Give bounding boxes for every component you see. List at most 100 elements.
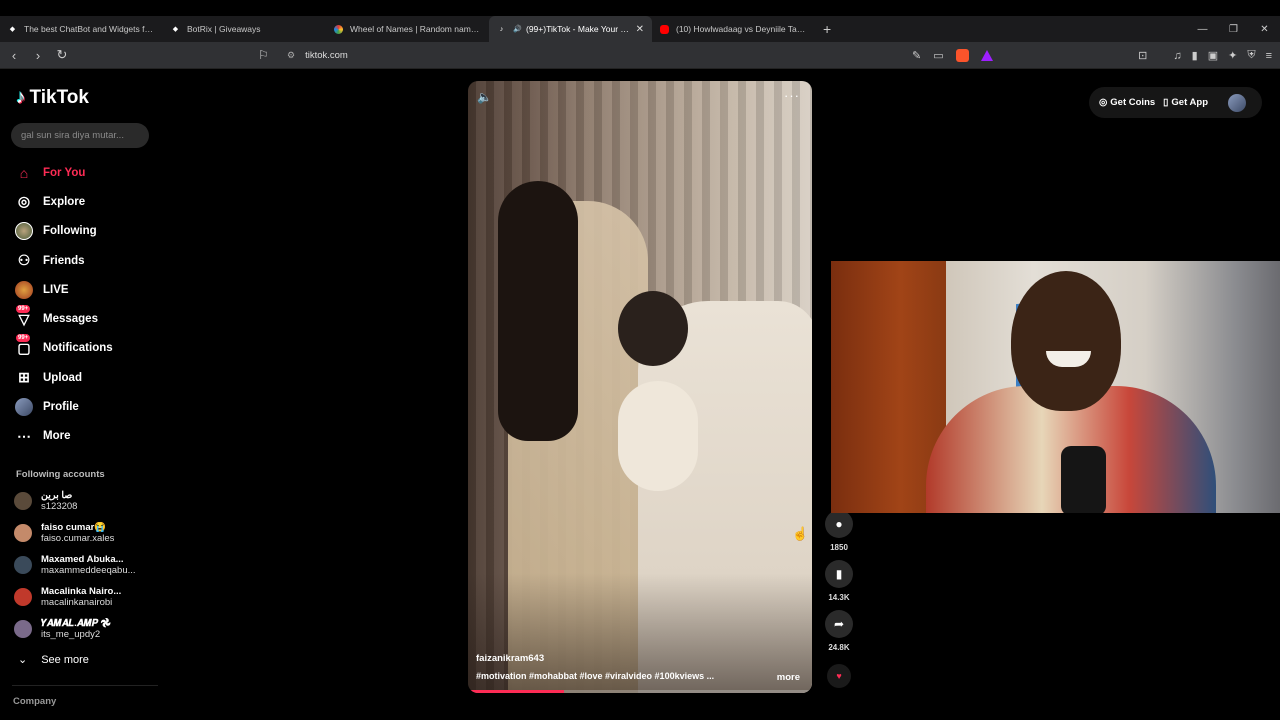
company-link[interactable]: Company — [13, 696, 56, 707]
brave-shields-icon[interactable] — [955, 49, 969, 62]
wallet-icon[interactable]: ▣ — [1208, 49, 1218, 62]
see-more-button[interactable]: ⌄ See more — [18, 653, 89, 667]
nav-label: Friends — [43, 254, 85, 267]
minimize-icon[interactable]: — — [1187, 24, 1218, 35]
account-name: Maxamed Abuka... — [41, 554, 124, 565]
account-item[interactable]: 𝒀𝑨𝑴𝑨𝑳.𝑨𝑴𝑷 𖣘 its_me_updy2 — [14, 615, 164, 643]
volume-icon[interactable]: 🔈 — [477, 90, 492, 104]
tab-search-icon[interactable]: ⊡ — [1138, 49, 1147, 62]
video-figure — [618, 291, 688, 366]
sidebar-item-upload[interactable]: ⊞ Upload — [14, 363, 160, 392]
sidebar-item-messages[interactable]: ▽ 99+ Messages — [14, 304, 160, 333]
top-right-actions: ◎ Get Coins ▯ Get App — [1089, 87, 1262, 118]
home-icon: ⌂ — [19, 164, 29, 181]
browser-tab[interactable]: ◆ The best ChatBot and Widgets for Ki — [0, 16, 163, 42]
tiktok-icon: ♪ — [499, 25, 504, 33]
browser-tab-bar: ◆ The best ChatBot and Widgets for Ki ◆ … — [0, 16, 1280, 42]
account-item[interactable]: صا برين s123208 — [14, 487, 164, 515]
video-player[interactable]: 🔈 ··· faizanikram643 #motivation #mohabb… — [468, 81, 812, 693]
nav-label: Upload — [43, 371, 82, 384]
microphone — [1061, 446, 1106, 513]
following-avatar-icon — [14, 221, 34, 241]
nav-label: More — [43, 430, 71, 443]
sidebar-item-more[interactable]: ⋯ More — [14, 422, 160, 451]
more-icon: ⋯ — [17, 427, 31, 444]
avatar — [14, 556, 32, 574]
tiktok-logo[interactable]: ♪ TikTok — [16, 87, 89, 109]
sidebar-item-friends[interactable]: ⚇ Friends — [14, 246, 160, 275]
bookmark-button[interactable]: ▮ 14.3K — [822, 560, 856, 602]
notifications-icon: ▢ 99+ — [16, 334, 31, 356]
tab-title: (10) Howlwadaag vs Deyniile Tartank — [676, 24, 807, 34]
leo-ai-icon[interactable]: ✦ — [1228, 49, 1237, 62]
cast-icon[interactable]: ▭ — [933, 49, 943, 62]
botrix-icon: ◆ — [172, 26, 179, 33]
sidebar-item-for-you[interactable]: ⌂ For You — [14, 158, 160, 187]
forward-icon[interactable]: › — [28, 48, 48, 63]
reload-icon[interactable]: ↻ — [52, 47, 72, 63]
youtube-icon — [660, 24, 669, 34]
sidebar-item-following[interactable]: Following — [14, 217, 160, 246]
sidebar-item-notifications[interactable]: ▢ 99+ Notifications — [14, 334, 160, 363]
account-handle: macalinkanairobi — [41, 597, 113, 608]
phone-icon: ▯ — [1163, 97, 1169, 108]
browser-tab[interactable]: (10) Howlwadaag vs Deyniile Tartank — [652, 16, 815, 42]
new-tab-button[interactable]: + — [823, 21, 831, 37]
nav-label: Following — [43, 225, 97, 238]
sidebar-nav: ⌂ For You ◎ Explore Following ⚇ Friends … — [14, 158, 160, 451]
sidebar-item-profile[interactable]: Profile — [14, 392, 160, 421]
more-options-icon[interactable]: ··· — [784, 88, 800, 103]
avatar — [14, 588, 32, 606]
media-icon[interactable]: ♫ — [1173, 50, 1181, 62]
account-item[interactable]: faiso cumar😭 faiso.cumar.xales — [14, 519, 164, 547]
account-item[interactable]: Macalinka Nairo... macalinkanairobi — [14, 583, 164, 611]
restore-icon[interactable]: ❐ — [1218, 24, 1249, 35]
bookmark-page-icon[interactable]: ⚐ — [258, 48, 269, 62]
browser-tab-active[interactable]: ♪ 🔊 (99+)TikTok - Make Your Day ✕ — [489, 16, 652, 42]
site-settings-icon[interactable]: ⚙ — [287, 50, 295, 61]
browser-tab[interactable]: Wheel of Names | Random name pic — [326, 16, 489, 42]
comment-button[interactable]: ● 1850 — [822, 510, 856, 552]
bookmark-count: 14.3K — [828, 593, 850, 602]
avatar[interactable] — [1228, 93, 1246, 112]
get-coins-button[interactable]: ◎ Get Coins — [1099, 97, 1155, 108]
close-window-icon[interactable]: ✕ — [1249, 24, 1280, 35]
close-tab-icon[interactable]: ✕ — [636, 24, 644, 35]
sidebar-item-explore[interactable]: ◎ Explore — [14, 187, 160, 216]
wheel-icon — [334, 24, 343, 34]
upload-icon: ⊞ — [18, 369, 30, 386]
browser-tab[interactable]: ◆ BotRix | Giveaways — [163, 16, 326, 42]
tab-title: Wheel of Names | Random name pic — [350, 24, 481, 34]
divider — [12, 685, 158, 686]
share-button[interactable]: ➦ 24.8K — [822, 610, 856, 652]
no-translate-icon[interactable]: ✎ — [912, 49, 921, 62]
bookmark-icon: ▮ — [825, 560, 853, 588]
sound-disc-icon[interactable]: ♥ — [827, 664, 851, 688]
search-input[interactable]: gal sun sira diya mutar... — [11, 123, 149, 148]
comment-count: 1850 — [830, 543, 848, 552]
address-bar-row: ‹ › ↻ ⚐ ⚙ tiktok.com ✎ ▭ ⊡ ♫ ▮ ▣ ✦ ⛨ ≡ — [0, 42, 1280, 69]
brave-rewards-icon[interactable] — [980, 50, 993, 61]
vpn-icon[interactable]: ⛨ — [1247, 49, 1255, 62]
video-actions: ● 1850 ▮ 14.3K ➦ 24.8K — [822, 510, 856, 660]
logo-text: TikTok — [29, 87, 89, 108]
back-icon[interactable]: ‹ — [4, 48, 24, 63]
menu-icon[interactable]: ≡ — [1266, 50, 1272, 62]
url-field[interactable]: ⚙ tiktok.com — [287, 42, 348, 69]
nav-label: Messages — [43, 313, 98, 326]
live-avatar-icon — [14, 280, 34, 300]
share-count: 24.8K — [828, 643, 850, 652]
get-app-button[interactable]: ▯ Get App — [1163, 97, 1208, 108]
caption-more-button[interactable]: more — [777, 672, 800, 683]
account-item[interactable]: Maxamed Abuka... maxammeddeeqabu... — [14, 551, 164, 579]
nav-label: Notifications — [43, 342, 113, 355]
sidebar-item-live[interactable]: LIVE — [14, 275, 160, 304]
compass-icon: ◎ — [17, 193, 31, 210]
video-author[interactable]: faizanikram643 — [476, 653, 544, 664]
video-progress-bar[interactable] — [468, 690, 812, 693]
sidebar-icon[interactable]: ▮ — [1192, 49, 1198, 62]
account-name: Macalinka Nairo... — [41, 586, 122, 597]
profile-avatar-icon — [14, 397, 34, 417]
avatar — [14, 524, 32, 542]
nav-label: Explore — [43, 195, 86, 208]
